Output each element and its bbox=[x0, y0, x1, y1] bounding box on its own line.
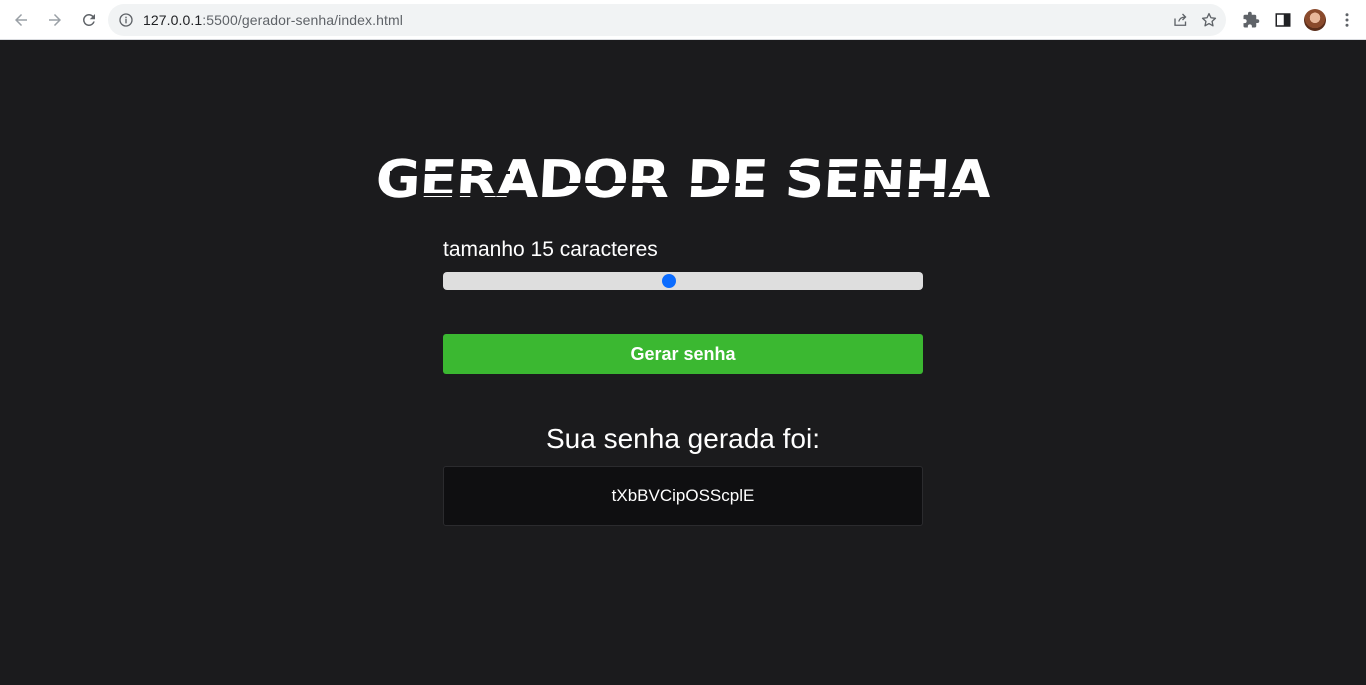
page-title: GERADOR DE SENHA bbox=[374, 150, 992, 210]
arrow-left-icon bbox=[15, 13, 27, 26]
address-bar[interactable]: 127.0.0.1:5500/gerador-senha/index.html bbox=[108, 4, 1226, 36]
puzzle-icon bbox=[1243, 11, 1260, 28]
generate-password-button[interactable]: Gerar senha bbox=[443, 334, 923, 374]
url-text[interactable]: 127.0.0.1:5500/gerador-senha/index.html bbox=[143, 12, 403, 28]
side-panel-button[interactable] bbox=[1272, 9, 1294, 31]
result-label: Sua senha gerada foi: bbox=[546, 423, 820, 454]
omnibox-actions bbox=[1172, 4, 1218, 36]
profile-button[interactable] bbox=[1304, 9, 1326, 31]
browser-toolbar: 127.0.0.1:5500/gerador-senha/index.html bbox=[0, 0, 1366, 40]
password-text: tXbBVCipOSScplE bbox=[611, 486, 755, 505]
share-icon[interactable] bbox=[1172, 11, 1190, 29]
page-content: GERADOR DE SENHA tamanho 15 caracteres G… bbox=[0, 41, 1366, 685]
back-button[interactable] bbox=[5, 4, 37, 36]
reload-button[interactable] bbox=[73, 4, 105, 36]
length-slider[interactable] bbox=[443, 272, 923, 290]
avatar bbox=[1304, 9, 1326, 31]
length-label: tamanho 15 caracteres bbox=[443, 238, 658, 261]
toolbar-actions bbox=[1240, 4, 1358, 36]
star-icon[interactable] bbox=[1200, 11, 1218, 29]
forward-button[interactable] bbox=[39, 4, 71, 36]
extensions-button[interactable] bbox=[1240, 9, 1262, 31]
reload-icon bbox=[82, 13, 95, 26]
info-icon[interactable] bbox=[118, 12, 134, 28]
slider-thumb[interactable] bbox=[661, 274, 676, 288]
browser-menu-button[interactable] bbox=[1336, 9, 1358, 31]
side-panel-icon bbox=[1275, 13, 1291, 27]
url-host: 127.0.0.1 bbox=[143, 12, 203, 28]
password-output[interactable]: tXbBVCipOSScplE bbox=[443, 466, 923, 526]
arrow-right-icon bbox=[49, 13, 61, 26]
url-path: :5500/gerador-senha/index.html bbox=[202, 12, 403, 28]
kebab-menu-icon bbox=[1345, 13, 1349, 27]
